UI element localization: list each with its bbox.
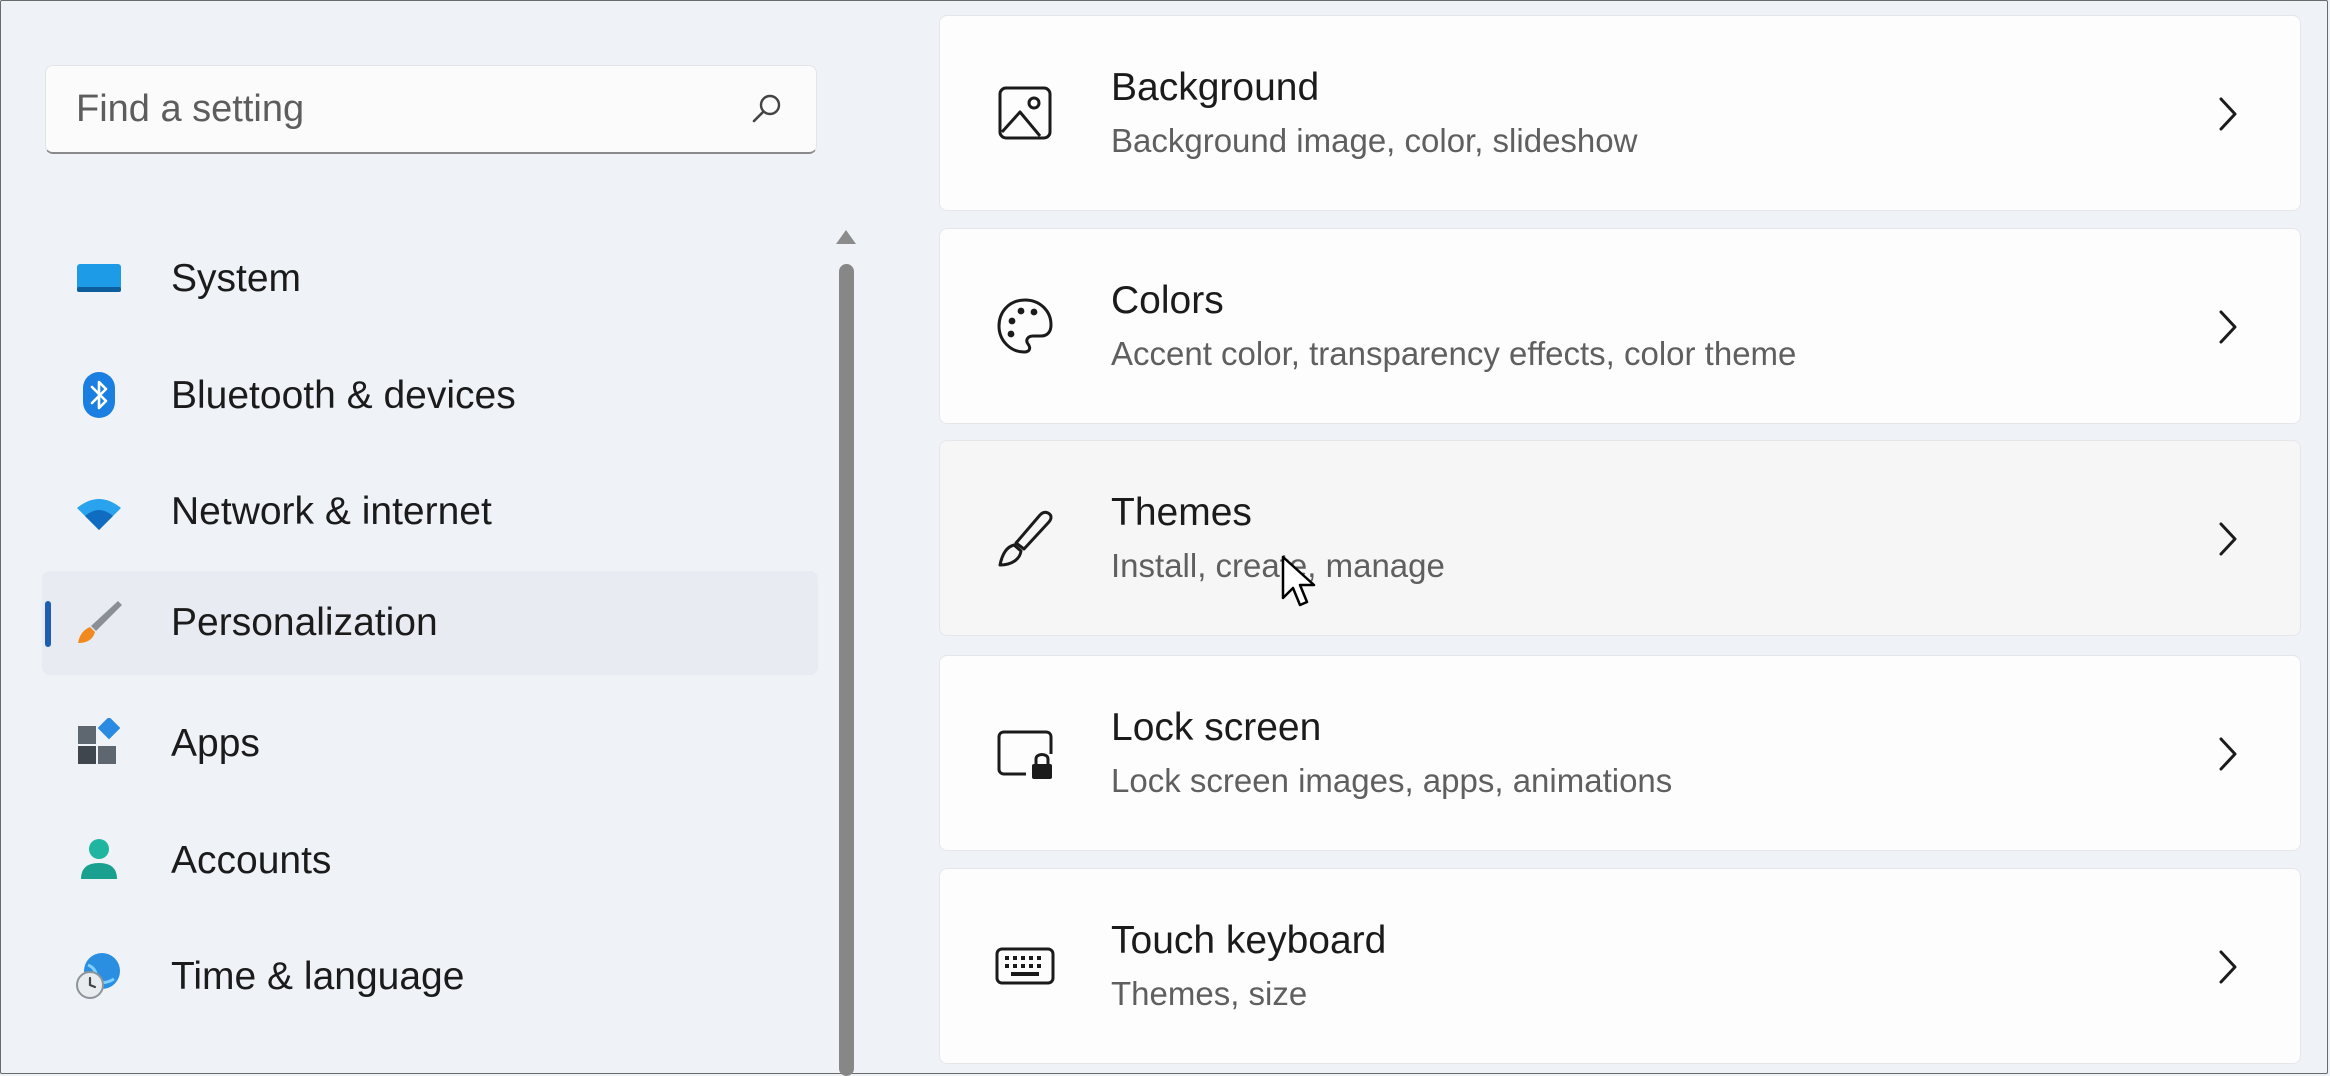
chevron-right-icon bbox=[2216, 734, 2240, 774]
card-subtitle: Themes, size bbox=[1111, 975, 1307, 1013]
card-title: Lock screen bbox=[1111, 706, 1321, 750]
sidebar-item-label: Network & internet bbox=[171, 490, 492, 534]
card-lock-screen[interactable]: Lock screen Lock screen images, apps, an… bbox=[939, 655, 2301, 851]
sidebar-item-label: Time & language bbox=[171, 955, 464, 999]
card-subtitle: Accent color, transparency effects, colo… bbox=[1111, 335, 1796, 373]
apps-icon bbox=[74, 718, 124, 768]
sidebar-item-personalization[interactable]: Personalization bbox=[42, 571, 818, 675]
card-background[interactable]: Background Background image, color, slid… bbox=[939, 15, 2301, 211]
sidebar-item-system[interactable]: System bbox=[42, 227, 818, 331]
mouse-cursor-icon bbox=[1280, 554, 1320, 612]
globe-clock-icon bbox=[74, 951, 124, 1001]
brush-icon bbox=[74, 597, 124, 647]
card-title: Themes bbox=[1111, 491, 1252, 535]
sidebar-item-accounts[interactable]: Accounts bbox=[42, 809, 818, 913]
chevron-right-icon bbox=[2216, 94, 2240, 134]
search-icon[interactable] bbox=[750, 92, 784, 126]
palette-icon bbox=[994, 295, 1056, 357]
scroll-up-arrow-icon[interactable] bbox=[836, 230, 856, 244]
system-icon bbox=[74, 253, 124, 303]
search-input[interactable]: Find a setting bbox=[45, 65, 817, 154]
lock-screen-icon bbox=[994, 722, 1056, 784]
card-title: Background bbox=[1111, 66, 1319, 110]
card-title: Colors bbox=[1111, 279, 1224, 323]
card-subtitle: Install, create, manage bbox=[1111, 547, 1445, 585]
account-icon bbox=[74, 835, 124, 885]
sidebar-item-label: Bluetooth & devices bbox=[171, 374, 516, 418]
bluetooth-icon bbox=[74, 370, 124, 420]
chevron-right-icon bbox=[2216, 519, 2240, 559]
sidebar-item-label: Accounts bbox=[171, 839, 331, 883]
sidebar-item-label: Personalization bbox=[171, 601, 438, 645]
selection-indicator bbox=[45, 601, 51, 647]
card-subtitle: Lock screen images, apps, animations bbox=[1111, 762, 1672, 800]
card-colors[interactable]: Colors Accent color, transparency effect… bbox=[939, 228, 2301, 424]
chevron-right-icon bbox=[2216, 947, 2240, 987]
wifi-icon bbox=[74, 486, 124, 536]
sidebar-item-apps[interactable]: Apps bbox=[42, 692, 818, 796]
scrollbar-thumb[interactable] bbox=[839, 264, 854, 1076]
card-touch-keyboard[interactable]: Touch keyboard Themes, size bbox=[939, 868, 2301, 1064]
sidebar-item-time-language[interactable]: Time & language bbox=[42, 925, 818, 1029]
sidebar-item-label: System bbox=[171, 257, 301, 301]
image-icon bbox=[994, 82, 1056, 144]
sidebar-item-label: Apps bbox=[171, 722, 260, 766]
brush-icon bbox=[994, 507, 1056, 569]
sidebar-item-network[interactable]: Network & internet bbox=[42, 460, 818, 564]
keyboard-icon bbox=[994, 935, 1056, 997]
card-themes[interactable]: Themes Install, create, manage bbox=[939, 440, 2301, 636]
sidebar-item-bluetooth[interactable]: Bluetooth & devices bbox=[42, 344, 818, 448]
chevron-right-icon bbox=[2216, 307, 2240, 347]
card-title: Touch keyboard bbox=[1111, 919, 1386, 963]
card-subtitle: Background image, color, slideshow bbox=[1111, 122, 1637, 160]
search-placeholder: Find a setting bbox=[76, 88, 304, 131]
